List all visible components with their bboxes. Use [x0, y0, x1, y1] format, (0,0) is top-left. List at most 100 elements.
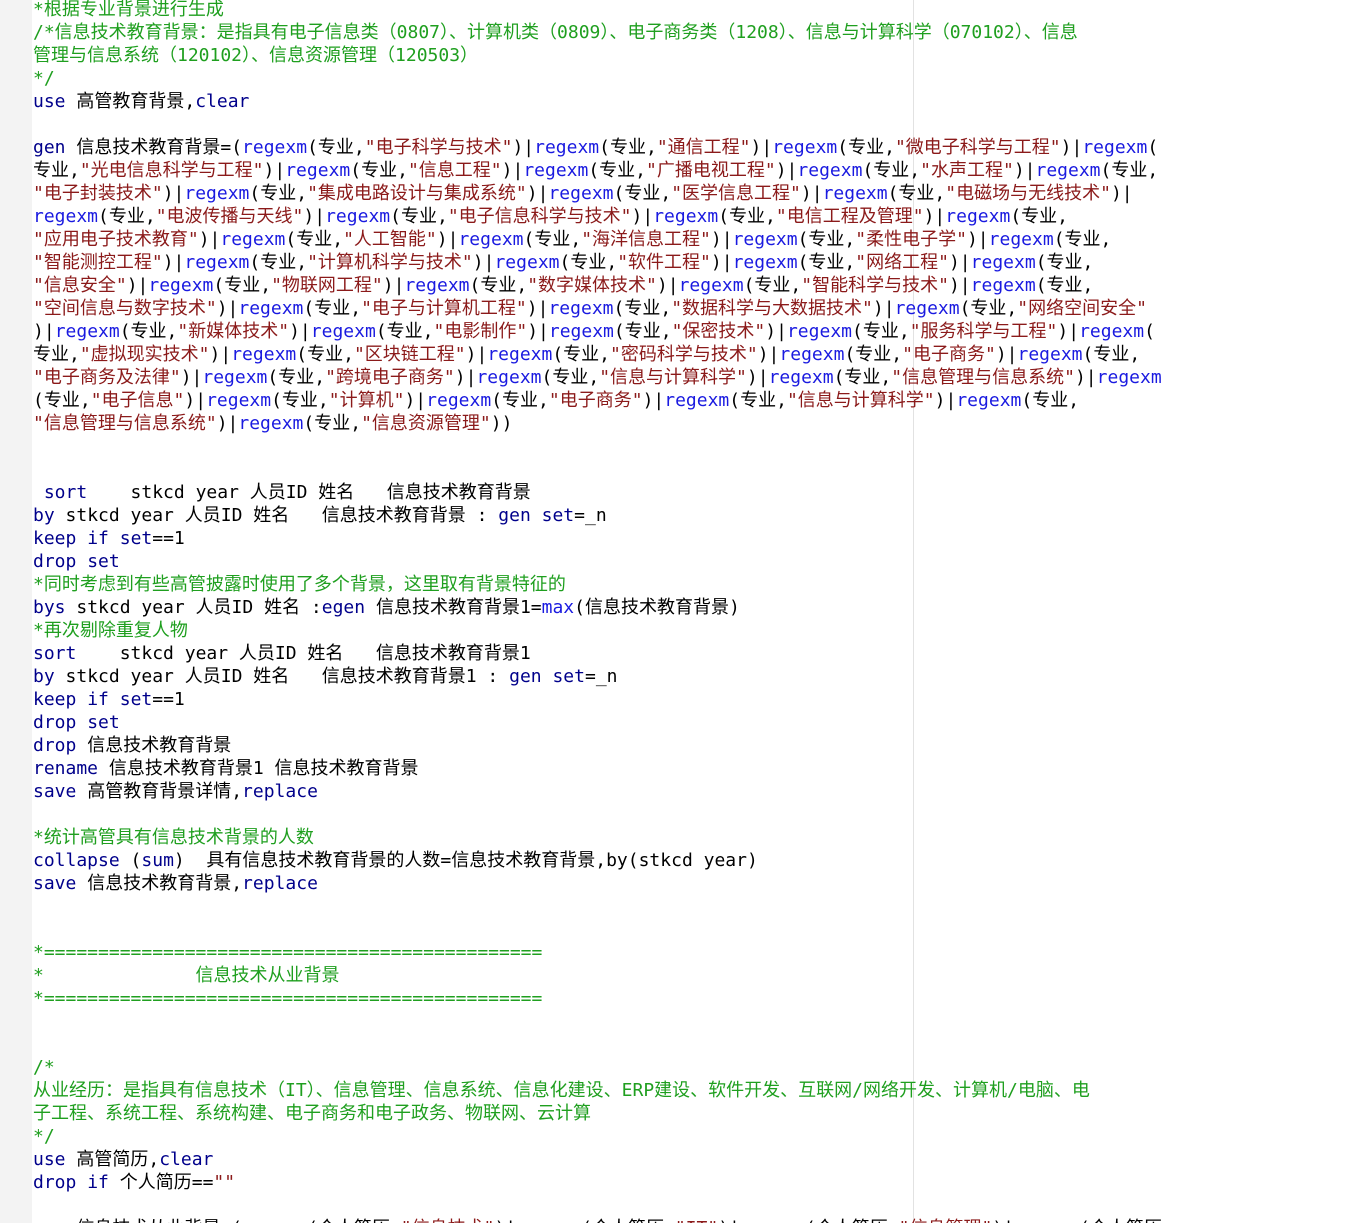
code-token-kw: save — [33, 781, 77, 802]
code-token-fn: regexm — [956, 390, 1022, 411]
code-line[interactable]: 管理与信息系统（120102）、信息资源管理（120503） — [33, 44, 1345, 67]
code-token-str: "电子与计算机工程" — [361, 298, 527, 319]
code-line[interactable] — [33, 1194, 1345, 1217]
code-token-kw: gen — [498, 505, 531, 526]
code-line[interactable]: −/*信息技术教育背景：是指具有电子信息类（0807）、计算机类（0809）、电… — [33, 21, 1345, 44]
code-line[interactable]: by stkcd year 人员ID 姓名 信息技术教育背景1 : gen se… — [33, 665, 1345, 688]
code-line[interactable]: save 信息技术教育背景,replace — [33, 872, 1345, 895]
code-token-plain: )| — [501, 160, 524, 181]
code-line[interactable]: gen 信息技术教育背景=(regexm(专业,"电子科学与技术")|regex… — [33, 136, 1345, 159]
code-line[interactable]: collapse (sum) 具有信息技术教育背景的人数=信息技术教育背景,by… — [33, 849, 1345, 872]
code-token-plain: (专业, — [837, 137, 895, 158]
code-token-kw: rename — [33, 758, 99, 779]
code-token-fn: regexm — [779, 344, 845, 365]
code-token-plain: )| — [162, 252, 185, 273]
code-line[interactable]: keep if set==1 — [33, 688, 1345, 711]
code-line[interactable]: −/* — [33, 1056, 1345, 1079]
code-line[interactable] — [33, 918, 1345, 941]
code-token-kw: keep — [33, 689, 77, 710]
code-token-plain: )| — [472, 252, 495, 273]
code-token-kw: use — [33, 1149, 66, 1170]
code-token-comment: * 信息技术从业背景 — [33, 965, 340, 986]
code-line[interactable]: rename 信息技术教育背景1 信息技术教育背景 — [33, 757, 1345, 780]
code-token-fn: regexm — [534, 137, 600, 158]
code-line[interactable]: *=======================================… — [33, 941, 1345, 964]
code-line[interactable]: drop set — [33, 550, 1345, 573]
code-line[interactable] — [33, 1033, 1345, 1056]
code-line[interactable]: drop if 个人简历=="" — [33, 1171, 1345, 1194]
code-line[interactable] — [33, 113, 1345, 136]
code-line[interactable]: */ — [33, 1125, 1345, 1148]
code-line[interactable]: *根据专业背景进行生成 — [33, 0, 1345, 21]
code-token-plain: 专业, — [33, 160, 80, 181]
code-line[interactable]: use 高管简历,clear — [33, 1148, 1345, 1171]
code-line[interactable]: *统计高管具有信息技术背景的人数 — [33, 826, 1345, 849]
code-line[interactable]: save 高管教育背景详情,replace — [33, 780, 1345, 803]
code-line[interactable]: drop set — [33, 711, 1345, 734]
code-token-fn: regexm — [426, 390, 492, 411]
code-token-fn: regexm — [664, 390, 730, 411]
code-line[interactable]: 信息技术从业背景=(regexm(个人简历,"信息技术")|regexm(个人简… — [33, 1217, 1345, 1223]
code-line[interactable]: * 信息技术从业背景 — [33, 964, 1345, 987]
code-line[interactable]: */ — [33, 67, 1345, 90]
code-line[interactable] — [33, 435, 1345, 458]
code-token-kw: replace — [242, 781, 318, 802]
code-line[interactable] — [33, 803, 1345, 826]
code-token-plain: )| — [162, 183, 185, 204]
code-token-fn: regexm — [231, 344, 297, 365]
code-token-kw: set — [119, 689, 153, 710]
code-line[interactable]: 从业经历：是指具有信息技术（IT）、信息管理、信息系统、信息化建设、ERP建设、… — [33, 1079, 1345, 1102]
code-line[interactable]: *再次剔除重复人物 — [33, 619, 1345, 642]
code-line[interactable]: sort stkcd year 人员ID 姓名 信息技术教育背景1 — [33, 642, 1345, 665]
code-token-comment: /*信息技术教育背景：是指具有电子信息类（0807）、计算机类（0809）、电子… — [33, 22, 1078, 43]
code-line[interactable]: "电子商务及法律")|regexm(专业,"跨境电子商务")|regexm(专业… — [33, 366, 1345, 389]
code-line[interactable]: 专业,"光电信息科学与工程")|regexm(专业,"信息工程")|regexm… — [33, 159, 1345, 182]
code-token-str: "智能测控工程" — [33, 252, 163, 273]
code-token-plain: )| — [765, 321, 787, 342]
code-line[interactable]: "空间信息与数字技术")|regexm(专业,"电子与计算机工程")|regex… — [33, 297, 1345, 320]
code-line[interactable]: regexm(专业,"电波传播与天线")|regexm(专业,"电子信息科学与技… — [33, 205, 1345, 228]
code-line[interactable]: keep if set==1 — [33, 527, 1345, 550]
code-token-plain: )| — [757, 344, 780, 365]
code-token-plain: )| — [216, 298, 239, 319]
code-token-str: "信息管理与信息系统" — [891, 367, 1075, 388]
code-token-fn: regexm — [487, 344, 553, 365]
code-line[interactable]: drop 信息技术教育背景 — [33, 734, 1345, 757]
code-line[interactable]: *=======================================… — [33, 987, 1345, 1010]
code-line[interactable]: use 高管教育背景,clear — [33, 90, 1345, 113]
code-token-str: "信息管理" — [899, 1218, 993, 1223]
code-editor[interactable]: *根据专业背景进行生成−/*信息技术教育背景：是指具有电子信息类（0807）、计… — [33, 0, 1345, 1223]
code-line[interactable]: bys stkcd year 人员ID 姓名 :egen 信息技术教育背景1=m… — [33, 596, 1345, 619]
code-line[interactable]: )|regexm(专业,"新媒体技术")|regexm(专业,"电影制作")|r… — [33, 320, 1345, 343]
code-token-kw: sum — [141, 850, 174, 871]
code-token-kw: drop — [33, 1172, 77, 1193]
code-line[interactable]: by stkcd year 人员ID 姓名 信息技术教育背景 : gen set… — [33, 504, 1345, 527]
code-token-plain: (专业, — [285, 229, 344, 250]
code-token-fn: regexm — [285, 160, 351, 181]
code-line[interactable]: "信息管理与信息系统")|regexm(专业,"信息资源管理")) — [33, 412, 1345, 435]
code-token-plain: )| — [209, 344, 232, 365]
code-line[interactable]: "智能测控工程")|regexm(专业,"计算机科学与技术")|regexm(专… — [33, 251, 1345, 274]
code-line[interactable]: "应用电子技术教育")|regexm(专业,"人工智能")|regexm(专业,… — [33, 228, 1345, 251]
code-token-plain: )| — [1060, 137, 1083, 158]
code-token-str: "水声工程" — [920, 160, 1014, 181]
code-line[interactable]: 子工程、系统工程、系统构建、电子商务和电子政务、物联网、云计算 — [33, 1102, 1345, 1125]
code-token-str: "柔性电子学" — [855, 229, 967, 250]
code-line[interactable] — [33, 458, 1345, 481]
code-line[interactable]: "电子封装技术")|regexm(专业,"集成电路设计与集成系统")|regex… — [33, 182, 1345, 205]
code-line[interactable]: "信息安全")|regexm(专业,"物联网工程")|regexm(专业,"数字… — [33, 274, 1345, 297]
code-token-plain: )| — [527, 321, 549, 342]
code-token-plain: 专业, — [33, 344, 80, 365]
code-token-str: "电子商务及法律" — [33, 367, 181, 388]
code-token-str: "IT" — [675, 1218, 718, 1223]
code-token-plain: (专业, — [1053, 229, 1112, 250]
code-token-plain: )| — [512, 137, 535, 158]
code-line[interactable] — [33, 1010, 1345, 1033]
code-line[interactable]: sort stkcd year 人员ID 姓名 信息技术教育背景 — [33, 481, 1345, 504]
code-line[interactable]: *同时考虑到有些高管披露时使用了多个背景，这里取有背景特征的 — [33, 573, 1345, 596]
code-line[interactable]: 专业,"虚拟现实技术")|regexm(专业,"区块链工程")|regexm(专… — [33, 343, 1345, 366]
code-line[interactable]: (专业,"电子信息")|regexm(专业,"计算机")|regexm(专业,"… — [33, 389, 1345, 412]
code-token-plain: )| — [656, 275, 679, 296]
code-line[interactable] — [33, 895, 1345, 918]
